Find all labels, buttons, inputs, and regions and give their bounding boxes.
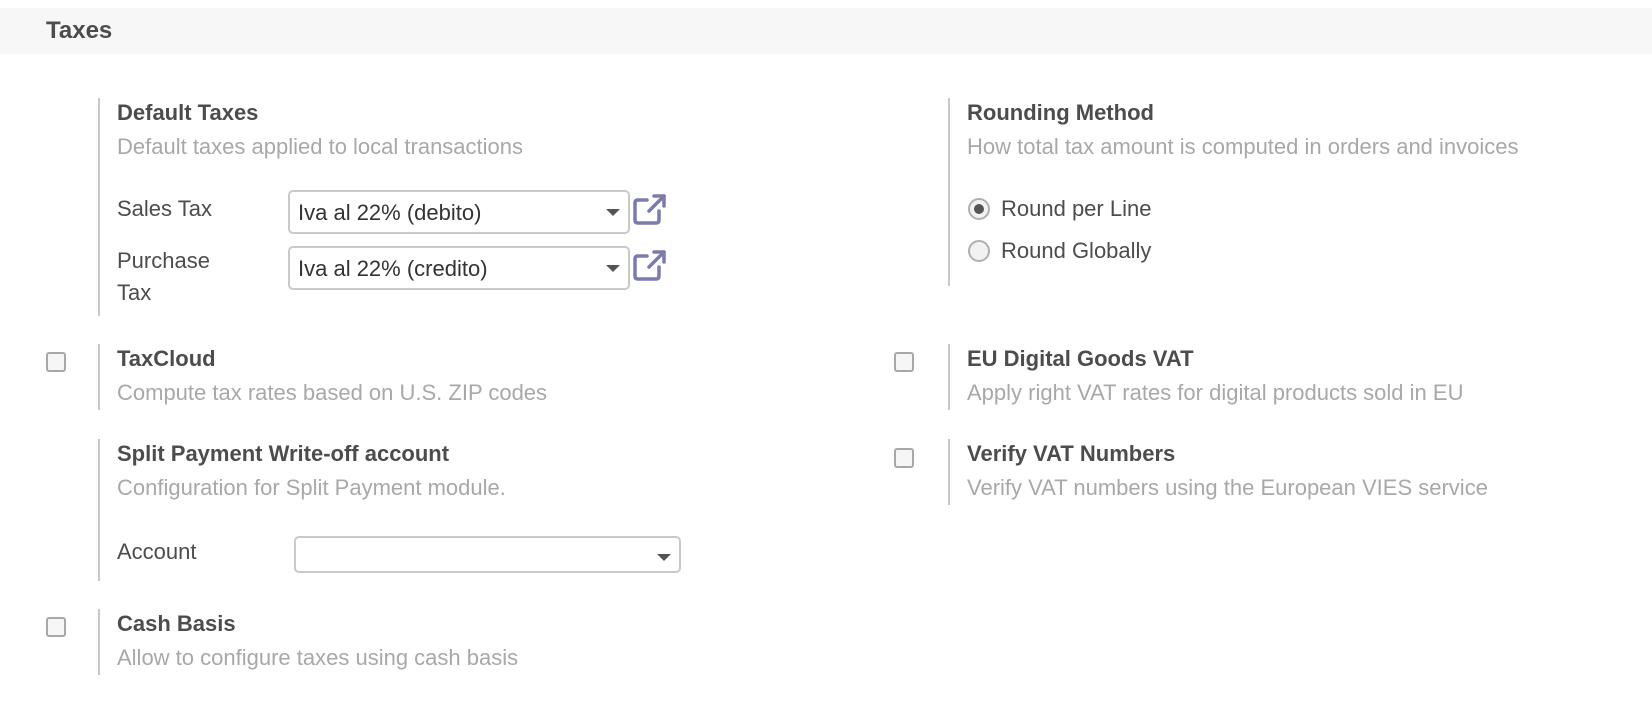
setting-divider	[948, 344, 950, 410]
sales-tax-label: Sales Tax	[117, 196, 212, 221]
round-per-line-label[interactable]: Round per Line	[1001, 196, 1151, 222]
eu-digital-goods-description: Apply right VAT rates for digital produc…	[967, 380, 1464, 405]
eu-digital-goods-title: EU Digital Goods VAT	[967, 346, 1194, 371]
cash-basis-title: Cash Basis	[117, 611, 236, 636]
setting-divider	[98, 439, 100, 581]
setting-divider	[98, 344, 100, 410]
default-taxes-description: Default taxes applied to local transacti…	[117, 134, 524, 159]
eu-digital-goods-checkbox[interactable]	[894, 352, 914, 372]
purchase-tax-value: Iva al 22% (credito)	[298, 256, 488, 281]
default-taxes-title: Default Taxes	[117, 100, 259, 125]
purchase-tax-select[interactable]: Iva al 22% (credito)	[288, 246, 630, 290]
chevron-down-icon	[657, 554, 671, 561]
chevron-down-icon	[606, 209, 620, 216]
account-select[interactable]	[294, 536, 681, 573]
setting-divider	[98, 609, 100, 675]
account-label: Account	[117, 539, 197, 564]
setting-divider	[948, 439, 950, 505]
verify-vat-title: Verify VAT Numbers	[967, 441, 1176, 466]
radio-round-per-line[interactable]	[968, 198, 990, 220]
section-title: Taxes	[46, 17, 113, 44]
cash-basis-checkbox[interactable]	[46, 617, 66, 637]
purchase-tax-label-line2: Tax	[117, 280, 152, 305]
setting-divider	[98, 98, 100, 316]
section-header	[0, 8, 1652, 54]
purchase-tax-label-line1: Purchase	[117, 248, 210, 273]
setting-cash-basis: Cash Basis Allow to configure taxes usin…	[98, 609, 798, 675]
external-link-icon[interactable]	[632, 192, 668, 226]
setting-taxcloud: TaxCloud Compute tax rates based on U.S.…	[98, 344, 798, 410]
chevron-down-icon	[606, 265, 620, 272]
round-globally-label[interactable]: Round Globally	[1001, 238, 1151, 264]
radio-round-globally[interactable]	[968, 240, 990, 262]
external-link-icon[interactable]	[632, 248, 668, 282]
split-payment-title: Split Payment Write-off account	[117, 441, 450, 466]
sales-tax-select[interactable]: Iva al 22% (debito)	[288, 190, 630, 234]
sales-tax-value: Iva al 22% (debito)	[298, 200, 482, 225]
radio-selected-dot	[974, 204, 984, 214]
taxcloud-title: TaxCloud	[117, 346, 216, 371]
setting-divider	[948, 98, 950, 286]
taxcloud-checkbox[interactable]	[46, 352, 66, 372]
setting-verify-vat: Verify VAT Numbers Verify VAT numbers us…	[948, 439, 1628, 505]
verify-vat-checkbox[interactable]	[894, 448, 914, 468]
rounding-method-title: Rounding Method	[967, 100, 1154, 125]
setting-eu-digital-goods-vat: EU Digital Goods VAT Apply right VAT rat…	[948, 344, 1628, 410]
cash-basis-description: Allow to configure taxes using cash basi…	[117, 645, 519, 670]
split-payment-description: Configuration for Split Payment module.	[117, 475, 506, 500]
verify-vat-description: Verify VAT numbers using the European VI…	[967, 475, 1488, 500]
taxcloud-description: Compute tax rates based on U.S. ZIP code…	[117, 380, 548, 405]
rounding-method-description: How total tax amount is computed in orde…	[967, 134, 1519, 159]
